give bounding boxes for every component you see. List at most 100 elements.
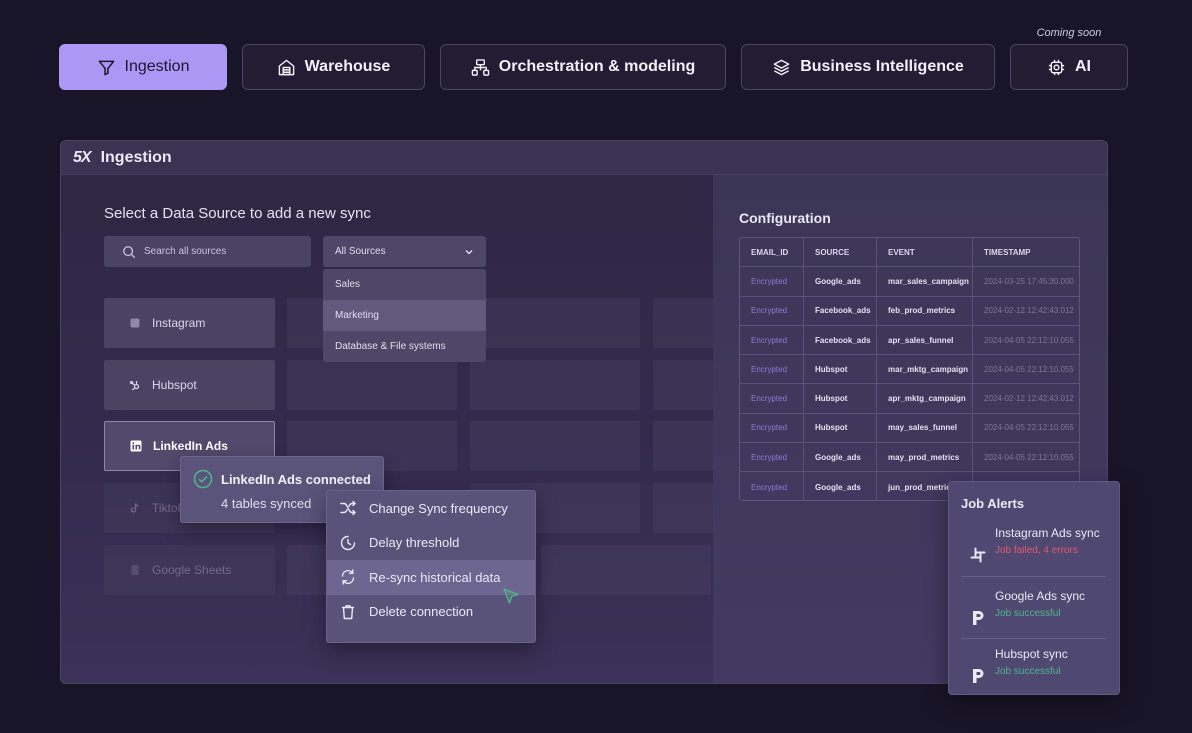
placeholder-tile bbox=[541, 545, 711, 595]
tab-ingestion[interactable]: Ingestion bbox=[59, 44, 227, 90]
source-label: Instagram bbox=[152, 316, 206, 330]
tab-ai[interactable]: AI bbox=[1010, 44, 1128, 90]
table-cell: apr_sales_funnel bbox=[877, 325, 973, 355]
table-cell: Encrypted bbox=[740, 355, 804, 384]
placeholder-tile bbox=[470, 360, 640, 410]
alert-name: Hubspot sync bbox=[995, 647, 1068, 661]
table-header-row: EMAIL_ID SOURCE EVENT TIMESTAMP bbox=[740, 238, 1079, 268]
table-cell: 2024-03-25 17:45:30.000 bbox=[984, 276, 1074, 286]
menu-item-change-sync-frequency[interactable]: Change Sync frequency bbox=[327, 491, 535, 526]
column-header: SOURCE bbox=[804, 238, 877, 267]
job-alerts-panel: Job Alerts Instagram Ads sync Job failed… bbox=[948, 481, 1120, 695]
table-cell: Encrypted bbox=[740, 325, 804, 355]
table-cell: Hubspot bbox=[804, 413, 877, 443]
source-hubspot[interactable]: Hubspot bbox=[104, 360, 275, 410]
dropdown-option-database[interactable]: Database & File systems bbox=[323, 331, 486, 362]
table-row: Encrypted Hubspot mar_mktg_campaign 2024… bbox=[740, 355, 1079, 385]
table-cell: 2024-04-05 22:12:10.055 bbox=[984, 335, 1074, 345]
table-cell: Hubspot bbox=[804, 355, 877, 384]
tab-label: Business Intelligence bbox=[800, 58, 964, 75]
table-row: Encrypted Facebook_ads apr_sales_funnel … bbox=[740, 325, 1079, 356]
menu-item-label: Re-sync historical data bbox=[369, 569, 501, 585]
table-cell: Encrypted bbox=[740, 413, 804, 443]
table-row: Encrypted Hubspot apr_mktg_campaign 2024… bbox=[740, 384, 1079, 414]
table-cell: 2024-04-05 22:12:10.055 bbox=[984, 423, 1074, 433]
linkedin-icon bbox=[130, 440, 142, 452]
dropdown-option-marketing[interactable]: Marketing bbox=[323, 300, 486, 331]
sources-heading: Select a Data Source to add a new sync bbox=[104, 205, 371, 222]
connection-context-menu: Change Sync frequency Delay threshold Re… bbox=[326, 490, 536, 643]
alert-name: Google Ads sync bbox=[995, 589, 1086, 603]
alert-item[interactable]: Hubspot sync Job successful bbox=[961, 647, 1106, 705]
funnel-icon bbox=[98, 60, 114, 75]
tab-label: Ingestion bbox=[124, 58, 190, 75]
menu-item-label: Delay threshold bbox=[369, 535, 460, 551]
instagram-icon bbox=[130, 318, 140, 328]
menu-item-delay-threshold[interactable]: Delay threshold bbox=[327, 526, 535, 561]
tab-label: AI bbox=[1075, 58, 1091, 75]
source-label: Tiktok bbox=[152, 501, 184, 515]
source-label: Google Sheets bbox=[152, 563, 232, 577]
table-cell: may_sales_funnel bbox=[877, 413, 973, 443]
source-label: LinkedIn Ads bbox=[153, 439, 228, 453]
tab-label: Orchestration & modeling bbox=[498, 58, 696, 75]
table-cell: Encrypted bbox=[740, 384, 804, 413]
alert-status: Job failed, 4 errors bbox=[995, 545, 1078, 556]
placeholder-tile bbox=[653, 483, 713, 533]
source-instagram[interactable]: Instagram bbox=[104, 298, 275, 348]
source-filter-select[interactable]: All Sources bbox=[323, 236, 486, 267]
tiktok-icon bbox=[130, 503, 139, 513]
table-cell: Hubspot bbox=[804, 384, 877, 413]
table-cell: Facebook_ads bbox=[804, 325, 877, 355]
placeholder-tile bbox=[653, 360, 713, 410]
table-cell: feb_prod_metrics bbox=[877, 296, 973, 325]
table-row: Encrypted Google_ads may_prod_metrics 20… bbox=[740, 443, 1079, 473]
table-cell: 2024-04-05 22:12:10.055 bbox=[984, 364, 1074, 374]
pointer-cursor-icon bbox=[503, 588, 519, 604]
slack-icon bbox=[970, 547, 986, 563]
alert-status: Job successful bbox=[995, 666, 1061, 677]
divider bbox=[961, 576, 1106, 577]
column-header: EVENT bbox=[877, 238, 973, 267]
tab-warehouse[interactable]: Warehouse bbox=[242, 44, 425, 90]
menu-item-label: Delete connection bbox=[369, 604, 474, 620]
configuration-table: EMAIL_ID SOURCE EVENT TIMESTAMP Encrypte… bbox=[739, 237, 1080, 501]
tab-label: Warehouse bbox=[304, 58, 391, 75]
window-header: 5X Ingestion bbox=[61, 141, 1107, 175]
column-header: EMAIL_ID bbox=[740, 238, 804, 267]
table-cell: Google_ads bbox=[804, 267, 877, 296]
search-input[interactable]: Search all sources bbox=[104, 236, 311, 267]
chip-icon bbox=[1048, 59, 1065, 75]
table-cell: Encrypted bbox=[740, 267, 804, 296]
coming-soon-label: Coming soon bbox=[1036, 27, 1102, 39]
placeholder-tile bbox=[653, 421, 713, 471]
toast-subtitle: 4 tables synced bbox=[221, 496, 312, 511]
select-value: All Sources bbox=[335, 246, 386, 257]
table-cell: 2024-02-12 12:42:43.012 bbox=[984, 394, 1074, 404]
clock-icon bbox=[340, 535, 356, 550]
table-cell: Facebook_ads bbox=[804, 296, 877, 325]
dropdown-option-sales[interactable]: Sales bbox=[323, 269, 486, 300]
tab-orchestration[interactable]: Orchestration & modeling bbox=[440, 44, 726, 90]
p-logo-icon bbox=[973, 611, 984, 625]
warehouse-icon bbox=[278, 59, 295, 75]
source-filter-dropdown: Sales Marketing Database & File systems bbox=[323, 269, 486, 362]
table-cell: mar_mktg_campaign bbox=[877, 355, 973, 384]
table-row: Encrypted Google_ads mar_sales_campaign … bbox=[740, 267, 1079, 297]
layers-icon bbox=[773, 59, 790, 75]
refresh-icon bbox=[341, 569, 355, 585]
chevron-down-icon bbox=[465, 249, 473, 254]
table-cell: 2024-04-05 22:12:10.055 bbox=[984, 452, 1074, 462]
check-circle-icon bbox=[193, 469, 213, 489]
divider bbox=[961, 638, 1106, 639]
toast-title: LinkedIn Ads connected bbox=[221, 472, 371, 487]
tab-business-intelligence[interactable]: Business Intelligence bbox=[741, 44, 995, 90]
table-cell: Encrypted bbox=[740, 296, 804, 325]
source-label: Hubspot bbox=[152, 378, 197, 392]
table-cell: Encrypted bbox=[740, 472, 804, 500]
table-cell: apr_mktg_campaign bbox=[877, 384, 973, 413]
source-google-sheets[interactable]: Google Sheets bbox=[104, 545, 275, 595]
placeholder-tile bbox=[470, 421, 640, 471]
table-row: Encrypted Facebook_ads feb_prod_metrics … bbox=[740, 296, 1079, 326]
trash-icon bbox=[342, 604, 354, 619]
